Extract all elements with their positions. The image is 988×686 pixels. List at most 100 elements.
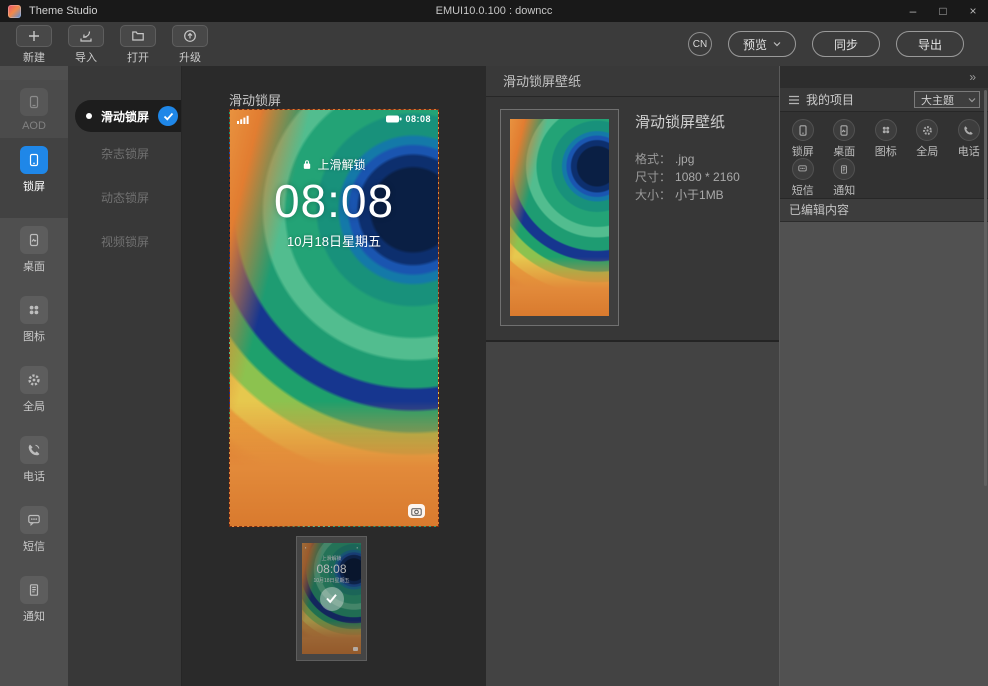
- language-button[interactable]: CN: [688, 32, 712, 56]
- signal-icon: [237, 115, 250, 124]
- sidebar-item-label: 全局: [23, 398, 45, 414]
- project-module-label: 图标: [875, 143, 897, 159]
- project-modules-grid: 锁屏 桌面 图标 全局 电话: [780, 112, 988, 199]
- wallpaper-thumbnail-selected[interactable]: ▪▪ 上滑解锁 08:08 10月18日星期五: [296, 536, 367, 661]
- import-button-label: 导入: [75, 49, 97, 65]
- lockscreen-type-video[interactable]: 视频锁屏: [68, 220, 181, 264]
- thumb-clock: 08:08: [302, 562, 361, 576]
- close-icon[interactable]: ×: [958, 0, 988, 22]
- notification-icon: [20, 576, 48, 604]
- sidebar-item-label: AOD: [22, 120, 46, 132]
- project-module-label: 通知: [833, 182, 855, 198]
- new-button[interactable]: 新建: [8, 25, 60, 65]
- project-panel-topbar: »: [780, 66, 988, 88]
- project-module-icons[interactable]: 图标: [865, 119, 907, 158]
- format-value: .jpg: [675, 152, 694, 166]
- project-panel: » 我的项目 大主题 锁屏 桌面: [779, 66, 988, 686]
- upgrade-button[interactable]: 升级: [164, 25, 216, 65]
- project-module-desktop[interactable]: 桌面: [824, 119, 866, 158]
- thumb-date: 10月18日星期五: [302, 577, 361, 584]
- format-label: 格式：: [635, 152, 671, 166]
- collapse-panel-icon[interactable]: »: [969, 70, 975, 84]
- icons-grid-icon: [20, 296, 48, 324]
- lockscreen-date: 10月18日星期五: [230, 231, 438, 250]
- project-module-phone[interactable]: 电话: [948, 119, 988, 158]
- wallpaper-format-row: 格式： .jpg: [635, 150, 769, 168]
- minimize-icon[interactable]: –: [898, 0, 928, 22]
- project-module-label: 短信: [792, 182, 814, 198]
- sidebar-item-icons[interactable]: 图标: [0, 288, 68, 358]
- panel-scrollbar[interactable]: [984, 90, 987, 486]
- lockscreen-phone-icon: [792, 119, 814, 141]
- status-right-group: 08:08: [386, 114, 431, 124]
- sidebar-item-label: 电话: [23, 468, 45, 484]
- phone-status-bar: 08:08: [237, 114, 431, 124]
- project-module-sms[interactable]: 短信: [782, 158, 824, 197]
- sidebar-item-label: 图标: [23, 328, 45, 344]
- project-module-lockscreen[interactable]: 锁屏: [782, 119, 824, 158]
- sidebar-item-lockscreen[interactable]: 锁屏: [0, 138, 68, 218]
- lockscreen-type-dynamic[interactable]: 动态锁屏: [68, 176, 181, 220]
- import-button[interactable]: 导入: [60, 25, 112, 65]
- phone-call-icon: [20, 436, 48, 464]
- notification-icon: [833, 158, 855, 180]
- maximize-icon[interactable]: □: [928, 0, 958, 22]
- project-list-icon: [788, 95, 800, 105]
- desktop-phone-icon: [833, 119, 855, 141]
- toolbar: 新建 导入 打开 升级 CN 预览: [0, 22, 988, 66]
- project-module-notification[interactable]: 通知: [824, 158, 866, 197]
- sidebar-item-global[interactable]: 全局: [0, 358, 68, 428]
- window-controls: – □ ×: [898, 0, 988, 22]
- camera-icon[interactable]: [408, 504, 425, 518]
- size-label: 尺寸：: [635, 170, 671, 184]
- wallpaper-card-image: [510, 119, 609, 316]
- sidebar-item-label: 锁屏: [23, 178, 45, 194]
- theme-type-dropdown[interactable]: 大主题: [914, 91, 980, 108]
- thumbnail-check-icon: [320, 587, 344, 611]
- lockscreen-type-magazine[interactable]: 杂志锁屏: [68, 132, 181, 176]
- wallpaper-card[interactable]: 滑动锁屏壁纸 格式：.jpg 尺寸：1080 * 2160 大小：小于1MB: [486, 97, 779, 342]
- selected-dot-icon: [86, 113, 92, 119]
- lockscreen-phone-icon: [20, 146, 48, 174]
- project-module-label: 全局: [916, 143, 938, 159]
- sidebar-item-label: 通知: [23, 608, 45, 624]
- wallpaper-card-frame: [500, 109, 619, 326]
- thumb-status-bar: ▪▪: [305, 545, 358, 550]
- gear-icon: [20, 366, 48, 394]
- icons-grid-icon: [875, 119, 897, 141]
- filesize-value: 小于1MB: [675, 188, 724, 202]
- preview-button[interactable]: 预览: [728, 31, 796, 57]
- lock-icon: [302, 159, 312, 170]
- phone-call-icon: [958, 119, 980, 141]
- lockscreen-type-sidebar: 滑动锁屏 杂志锁屏 动态锁屏 视频锁屏: [68, 66, 182, 686]
- theme-studio-logo-icon: [8, 5, 21, 18]
- lockscreen-clock: 08:08: [230, 174, 438, 228]
- lockscreen-preview[interactable]: 08:08 上滑解锁 08:08 10月18日星期五: [229, 109, 439, 527]
- aod-phone-icon: [20, 88, 48, 116]
- upgrade-icon: [172, 25, 208, 47]
- wallpaper-filesize-row: 大小：小于1MB: [635, 186, 769, 204]
- open-button-label: 打开: [127, 49, 149, 65]
- wallpaper-card-title: 滑动锁屏壁纸: [635, 111, 769, 132]
- project-module-global[interactable]: 全局: [907, 119, 949, 158]
- battery-icon: [386, 115, 402, 123]
- edited-content-header: 已编辑内容: [780, 199, 988, 222]
- export-button[interactable]: 导出: [896, 31, 964, 57]
- toolbar-right-group: CN 预览 同步 导出: [688, 31, 964, 57]
- export-button-label: 导出: [918, 36, 942, 53]
- sync-button[interactable]: 同步: [812, 31, 880, 57]
- chevron-down-icon: [773, 41, 781, 47]
- sidebar-item-desktop[interactable]: 桌面: [0, 218, 68, 288]
- thumb-unlock-hint: 上滑解锁: [302, 555, 361, 562]
- folder-icon: [120, 25, 156, 47]
- open-button[interactable]: 打开: [112, 25, 164, 65]
- sidebar-item-sms[interactable]: 短信: [0, 498, 68, 568]
- status-time: 08:08: [405, 114, 431, 124]
- sidebar-item-aod[interactable]: AOD: [0, 80, 68, 138]
- sidebar-item-phone[interactable]: 电话: [0, 428, 68, 498]
- project-module-label: 桌面: [833, 143, 855, 159]
- lockscreen-type-slide-selected[interactable]: 滑动锁屏: [75, 100, 181, 132]
- sidebar-item-notification[interactable]: 通知: [0, 568, 68, 638]
- sms-bubble-icon: [20, 506, 48, 534]
- project-module-label: 锁屏: [792, 143, 814, 159]
